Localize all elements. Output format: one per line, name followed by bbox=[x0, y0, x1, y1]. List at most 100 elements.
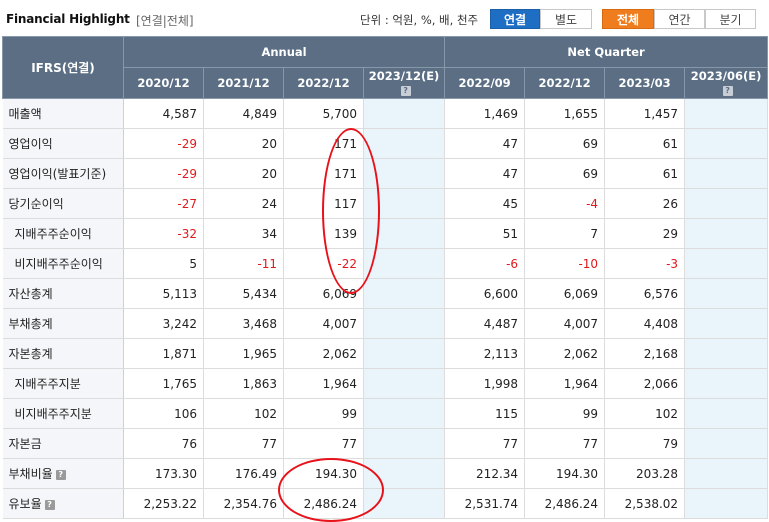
value-cell: 61 bbox=[604, 128, 686, 159]
value-cell bbox=[684, 368, 769, 399]
row-label: 영업이익 bbox=[2, 128, 124, 159]
value-cell: 1,469 bbox=[444, 98, 526, 129]
page-title: Financial Highlight bbox=[6, 12, 130, 26]
column-header-7: 2023/06(E)? bbox=[684, 67, 769, 99]
value-cell: 47 bbox=[444, 128, 526, 159]
help-icon[interactable]: ? bbox=[55, 470, 66, 480]
value-cell: 1,964 bbox=[283, 368, 364, 399]
value-cell: 115 bbox=[444, 398, 526, 429]
value-cell: 2,062 bbox=[524, 338, 606, 369]
value-cell: -22 bbox=[283, 248, 364, 279]
value-cell: 6,069 bbox=[283, 278, 364, 309]
value-cell: 173.30 bbox=[123, 458, 204, 489]
value-cell: 139 bbox=[283, 218, 364, 249]
value-cell bbox=[363, 488, 446, 519]
value-cell: 99 bbox=[524, 398, 606, 429]
value-cell bbox=[684, 308, 769, 339]
value-cell: 176.49 bbox=[203, 458, 284, 489]
value-cell bbox=[684, 428, 769, 459]
value-cell bbox=[684, 278, 769, 309]
separate-button[interactable]: 별도 bbox=[540, 9, 592, 29]
value-cell: 69 bbox=[524, 158, 606, 189]
value-cell: 2,486.24 bbox=[524, 488, 606, 519]
value-cell bbox=[684, 338, 769, 369]
row-label: 자산총계 bbox=[2, 278, 124, 309]
value-cell: 6,600 bbox=[444, 278, 526, 309]
value-cell bbox=[684, 128, 769, 159]
column-header-6: 2023/03 bbox=[604, 67, 686, 99]
table-row: 영업이익(발표기준) -29 20 171 47 69 61 bbox=[2, 158, 769, 189]
unit-label: 단위 : 억원, %, 배, 천주 bbox=[360, 13, 479, 27]
value-cell bbox=[363, 338, 446, 369]
row-label: 비지배주주순이익 bbox=[2, 248, 124, 279]
value-cell bbox=[363, 428, 446, 459]
value-cell: 2,062 bbox=[283, 338, 364, 369]
all-period-button[interactable]: 전체 bbox=[602, 9, 654, 29]
value-cell: 2,538.02 bbox=[604, 488, 686, 519]
annual-group-header: Annual bbox=[122, 36, 446, 68]
help-icon[interactable]: ? bbox=[400, 86, 411, 96]
value-cell: 5,434 bbox=[203, 278, 284, 309]
row-label: 부채비율? bbox=[2, 458, 124, 489]
value-cell: 4,487 bbox=[444, 308, 526, 339]
help-icon[interactable]: ? bbox=[44, 500, 55, 510]
value-cell: 61 bbox=[604, 158, 686, 189]
value-cell bbox=[684, 488, 769, 519]
column-header-3: 2023/12(E)? bbox=[362, 67, 446, 99]
row-label: 지배주주지분 bbox=[2, 368, 124, 399]
consolidated-button[interactable]: 연결 bbox=[490, 9, 540, 29]
value-cell: 171 bbox=[283, 128, 364, 159]
value-cell: -29 bbox=[123, 158, 204, 189]
row-label-text: 당기순이익 bbox=[8, 197, 64, 211]
value-cell: 1,965 bbox=[203, 338, 284, 369]
table-row: 자본총계 1,871 1,965 2,062 2,113 2,062 2,168 bbox=[2, 338, 769, 369]
help-icon[interactable]: ? bbox=[722, 86, 733, 96]
row-label-text: 자본금 bbox=[8, 437, 42, 451]
value-cell bbox=[363, 188, 446, 219]
value-cell: 76 bbox=[123, 428, 204, 459]
column-header-4: 2022/09 bbox=[444, 67, 526, 99]
annual-button[interactable]: 연간 bbox=[654, 9, 705, 29]
value-cell: 2,253.22 bbox=[123, 488, 204, 519]
row-label-text: 자산총계 bbox=[8, 287, 53, 301]
row-label: 부채총계 bbox=[2, 308, 124, 339]
value-cell: 6,576 bbox=[604, 278, 686, 309]
value-cell: 77 bbox=[283, 428, 364, 459]
value-cell: 4,007 bbox=[283, 308, 364, 339]
value-cell: -27 bbox=[123, 188, 204, 219]
ifrs-corner-header: IFRS(연결) bbox=[2, 36, 124, 99]
value-cell: 4,587 bbox=[123, 98, 204, 129]
value-cell bbox=[363, 368, 446, 399]
value-cell: 1,655 bbox=[524, 98, 606, 129]
column-header-label: 2022/12 bbox=[297, 76, 350, 90]
value-cell: 5,113 bbox=[123, 278, 204, 309]
value-cell: -29 bbox=[123, 128, 204, 159]
row-label-text: 영업이익(발표기준) bbox=[8, 167, 107, 181]
table-row: 당기순이익 -27 24 117 45 -4 26 bbox=[2, 188, 769, 219]
value-cell: 77 bbox=[524, 428, 606, 459]
value-cell: 69 bbox=[524, 128, 606, 159]
table-row: 비지배주주순이익 5 -11 -22 -6 -10 -3 bbox=[2, 248, 769, 279]
column-header-label: 2023/03 bbox=[618, 76, 671, 90]
value-cell: 51 bbox=[444, 218, 526, 249]
row-label-text: 매출액 bbox=[8, 107, 42, 121]
column-header-label: 2022/12 bbox=[538, 76, 591, 90]
column-header-label: 2022/09 bbox=[458, 76, 511, 90]
value-cell bbox=[684, 188, 769, 219]
value-cell: 1,863 bbox=[203, 368, 284, 399]
value-cell: 4,007 bbox=[524, 308, 606, 339]
value-cell: 34 bbox=[203, 218, 284, 249]
quarter-button[interactable]: 분기 bbox=[705, 9, 756, 29]
row-label-text: 부채총계 bbox=[8, 317, 53, 331]
row-label-text: 유보율 bbox=[8, 497, 42, 511]
value-cell: -10 bbox=[524, 248, 606, 279]
table-row: 비지배주주지분 106 102 99 115 99 102 bbox=[2, 398, 769, 429]
table-row: 자산총계 5,113 5,434 6,069 6,600 6,069 6,576 bbox=[2, 278, 769, 309]
value-cell: 45 bbox=[444, 188, 526, 219]
value-cell: 20 bbox=[203, 128, 284, 159]
table-row: 지배주주순이익 -32 34 139 51 7 29 bbox=[2, 218, 769, 249]
value-cell bbox=[363, 278, 446, 309]
value-cell: 1,964 bbox=[524, 368, 606, 399]
value-cell: 2,168 bbox=[604, 338, 686, 369]
value-cell: 1,457 bbox=[604, 98, 686, 129]
